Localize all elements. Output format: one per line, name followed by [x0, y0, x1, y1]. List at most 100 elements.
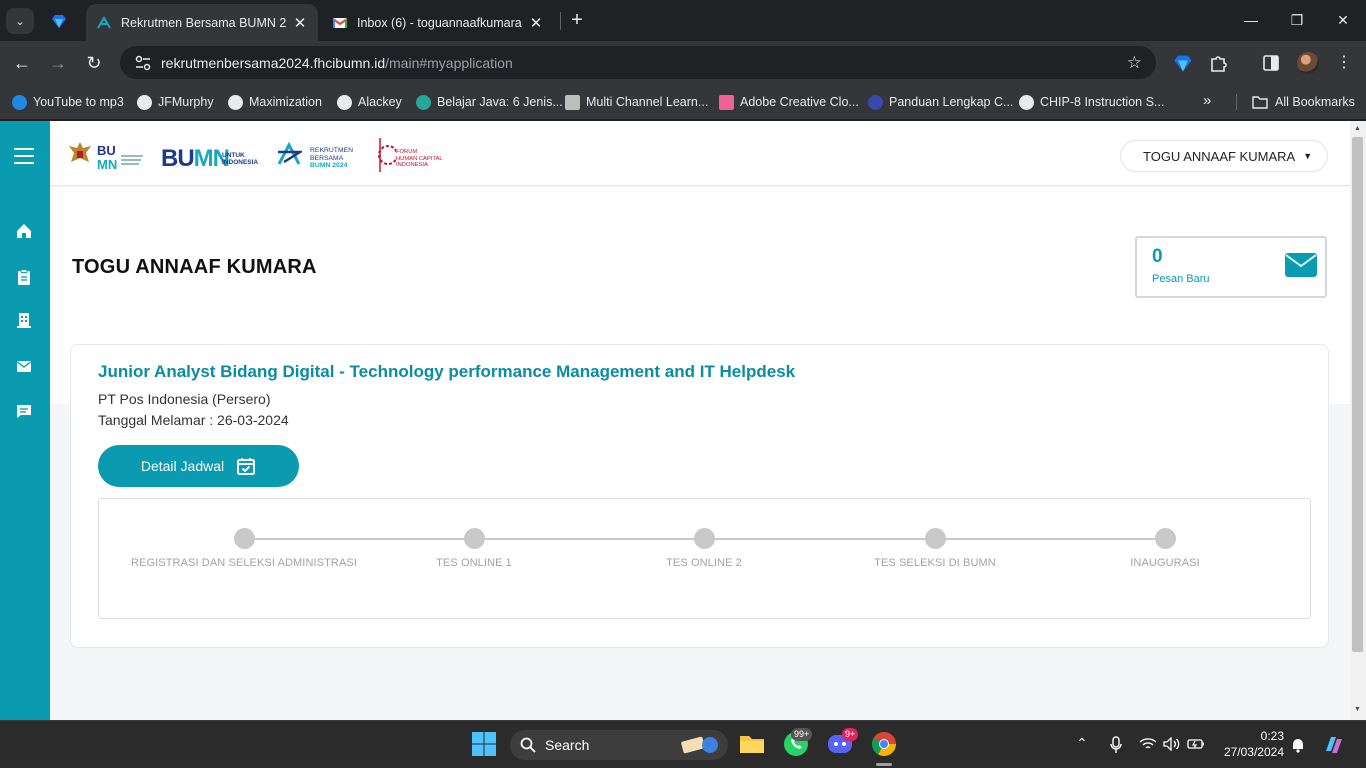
- menu-kebab-icon[interactable]: ⋮: [1333, 52, 1355, 74]
- address-bar[interactable]: rekrutmenbersama2024.fhcibumn.id /main#m…: [120, 46, 1156, 79]
- discord-badge: 9+: [842, 728, 859, 741]
- reload-button[interactable]: ↻: [81, 50, 107, 76]
- clock-date: 27/03/2024: [1223, 745, 1284, 759]
- bookmark-item[interactable]: Adobe Creative Clo...: [719, 92, 859, 112]
- minimize-button[interactable]: —: [1228, 8, 1274, 32]
- bookmark-item[interactable]: Maximization: [228, 92, 322, 112]
- bookmark-star-icon[interactable]: ☆: [1127, 53, 1142, 73]
- chat-icon[interactable]: [15, 402, 33, 420]
- detail-jadwal-button[interactable]: Detail Jadwal: [98, 445, 299, 487]
- tab-search-button[interactable]: ⌄: [6, 8, 34, 34]
- gem-extension-icon[interactable]: [50, 12, 68, 30]
- home-icon[interactable]: [15, 222, 33, 240]
- mail-icon[interactable]: [15, 357, 33, 375]
- step-dot: [924, 528, 946, 549]
- svg-text:MN: MN: [97, 157, 117, 171]
- new-tab-button[interactable]: +: [566, 9, 588, 31]
- scrollbar-thumb[interactable]: [1352, 137, 1363, 652]
- bookmark-item[interactable]: Panduan Lengkap C...: [868, 92, 1013, 112]
- bookmark-label: Panduan Lengkap C...: [889, 95, 1014, 109]
- step-dot: [463, 528, 485, 549]
- notification-bell-icon[interactable]: [1290, 737, 1306, 753]
- tab-rekrutmen[interactable]: Rekrutmen Bersama BUMN 2024 ✕: [86, 4, 318, 41]
- screen: ⌄ Rekrutmen Bersama BUMN 2024 ✕ Inbox (6…: [0, 0, 1366, 768]
- site-info-icon[interactable]: [134, 54, 152, 72]
- selection-progress-stepper: REGISTRASI DAN SELEKSI ADMINISTRASI TES …: [98, 498, 1311, 619]
- side-panel-icon[interactable]: [1260, 52, 1282, 74]
- bumn-untuk-indonesia-logo: BUMN: [161, 145, 230, 172]
- building-icon[interactable]: [15, 311, 33, 329]
- bookmark-label: Multi Channel Learn...: [586, 95, 709, 109]
- rekrutmen-favicon-icon: [97, 15, 111, 29]
- bookmark-item[interactable]: YouTube to mp3: [12, 92, 124, 112]
- calendar-check-icon: [237, 458, 256, 475]
- step-label: TES ONLINE 1: [436, 557, 512, 569]
- gem-extension-icon[interactable]: [1172, 52, 1194, 74]
- user-menu-dropdown[interactable]: TOGU ANNAAF KUMARA ▼: [1120, 140, 1328, 172]
- folder-icon: [1252, 96, 1268, 109]
- taskbar-search-box[interactable]: Search: [510, 730, 728, 760]
- bookmark-label: Maximization: [249, 95, 322, 109]
- bookmark-label: Belajar Java: 6 Jenis...: [437, 95, 563, 109]
- profile-avatar[interactable]: [1297, 52, 1319, 74]
- system-clock[interactable]: 0:23 27/03/2024: [1210, 728, 1284, 760]
- bookmark-item[interactable]: Multi Channel Learn...: [565, 92, 708, 112]
- bookmark-item[interactable]: Alackey: [337, 92, 402, 112]
- user-menu-label: TOGU ANNAAF KUMARA: [1143, 148, 1296, 164]
- message-count: 0: [1152, 246, 1163, 267]
- volume-icon[interactable]: [1163, 737, 1181, 751]
- rekrutmen-bersama-logo-text: REKRUTMEN BERSAMA BUMN 2024: [310, 147, 353, 170]
- url-path: /main#myapplication: [385, 54, 513, 71]
- step-label: TES SELEKSI DI BUMN: [874, 557, 996, 569]
- battery-icon[interactable]: [1187, 737, 1205, 751]
- file-explorer-icon[interactable]: [737, 729, 767, 759]
- search-icon: [520, 737, 536, 753]
- bookmark-item[interactable]: CHIP-8 Instruction S...: [1019, 92, 1164, 112]
- tray-overflow-icon[interactable]: ⌃: [1076, 735, 1088, 752]
- page-icon: [565, 94, 580, 110]
- back-button[interactable]: ←: [9, 50, 35, 76]
- logo-text: UNTUK: [222, 152, 245, 159]
- bookmark-item[interactable]: JFMurphy: [137, 92, 214, 112]
- extensions-puzzle-icon[interactable]: [1207, 52, 1229, 74]
- tab-close-icon[interactable]: ✕: [292, 14, 308, 32]
- chevron-down-icon: ⌄: [15, 15, 25, 28]
- hamburger-menu-icon[interactable]: [14, 148, 34, 164]
- logo-text: INDONESIA: [222, 159, 259, 166]
- new-messages-card[interactable]: 0 Pesan Baru: [1135, 236, 1327, 298]
- url-host: rekrutmenbersama2024.fhcibumn.id: [161, 54, 386, 71]
- logo-text: BUMN 2024: [310, 162, 348, 169]
- maximize-button[interactable]: ❐: [1274, 8, 1320, 32]
- bookmark-label: Alackey: [358, 95, 402, 109]
- clipboard-icon[interactable]: [15, 268, 33, 286]
- logo-text: BERSAMA: [310, 154, 344, 162]
- page-scrollbar[interactable]: ▲ ▼: [1350, 121, 1366, 720]
- arrow-right-icon: →: [49, 53, 67, 73]
- bookmark-item[interactable]: Belajar Java: 6 Jenis...: [416, 92, 563, 112]
- job-title-link[interactable]: Junior Analyst Bidang Digital - Technolo…: [98, 362, 795, 382]
- chrome-icon[interactable]: [869, 729, 899, 759]
- close-window-button[interactable]: ✕: [1320, 8, 1366, 32]
- bookmarks-overflow-button[interactable]: »: [1203, 92, 1211, 109]
- github-icon: [1019, 94, 1034, 110]
- application-card: Junior Analyst Bidang Digital - Technolo…: [70, 344, 1329, 648]
- logo-text: REKRUTMEN: [310, 147, 354, 154]
- scroll-up-icon[interactable]: ▲: [1354, 125, 1361, 132]
- windows-start-icon[interactable]: [469, 729, 499, 759]
- step-label: TES ONLINE 2: [666, 557, 742, 569]
- all-bookmarks-button[interactable]: All Bookmarks: [1252, 92, 1355, 112]
- step-tes-online-1: TES ONLINE 1: [359, 528, 589, 569]
- copilot-icon[interactable]: [1322, 733, 1346, 757]
- forward-button[interactable]: →: [45, 50, 71, 76]
- step-tes-online-2: TES ONLINE 2: [589, 528, 819, 569]
- tab-gmail[interactable]: Inbox (6) - toguannaafkumara@gmail.com ✕: [322, 4, 554, 41]
- site-header: BU MN BUMN UNTUK INDONESIA REKRUTMEN BERS…: [50, 121, 1350, 186]
- wifi-icon[interactable]: [1139, 737, 1157, 751]
- microphone-icon[interactable]: [1109, 736, 1123, 754]
- site-icon: [868, 94, 883, 110]
- clock-time: 0:23: [1260, 729, 1284, 743]
- windows-taskbar: Search 99+ 9+ ⌃ 0:23 27/03/2024: [0, 720, 1366, 768]
- tab-close-icon[interactable]: ✕: [528, 14, 544, 32]
- scroll-down-icon[interactable]: ▼: [1354, 706, 1361, 713]
- github-icon: [228, 94, 243, 110]
